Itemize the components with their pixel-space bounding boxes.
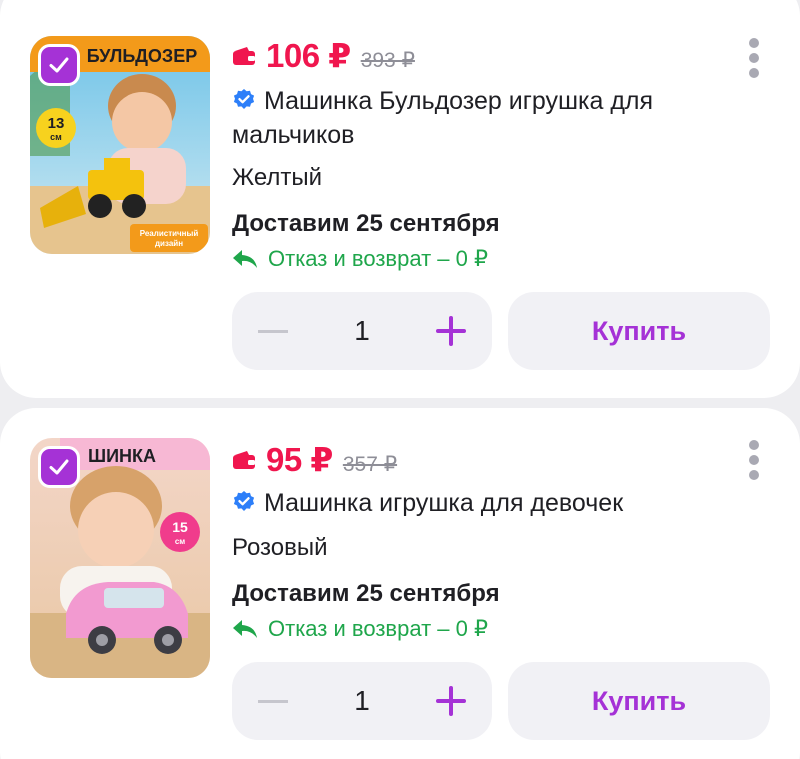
checkmark-icon [49, 57, 69, 73]
product-title-text: Машинка Бульдозер игрушка для мальчиков [232, 87, 654, 149]
quantity-value: 1 [354, 315, 370, 346]
product-card: БУЛЬДОЗЕР 13 см Реалистичный дизайн 106 … [0, 0, 800, 398]
old-price: 393 ₽ [360, 49, 415, 72]
product-variant: Желтый [232, 164, 323, 191]
delivery-date: Доставим 25 сентября [232, 580, 500, 607]
return-arrow-icon [233, 250, 257, 268]
wallet-icon [233, 450, 255, 469]
old-price: 357 ₽ [342, 453, 398, 476]
quantity-value: 1 [354, 685, 370, 716]
checkmark-icon [49, 459, 69, 475]
returns-info[interactable]: Отказ и возврат – 0 ₽ [232, 246, 488, 272]
select-checkbox[interactable] [38, 44, 80, 86]
price-row: 95 ₽ 357 ₽ [232, 440, 397, 479]
quantity-stepper: 1 [232, 662, 492, 740]
buy-button[interactable]: Купить [508, 662, 770, 740]
delivery-date: Доставим 25 сентября [232, 210, 500, 237]
image-caption: дизайн [155, 239, 183, 248]
price: 106 ₽ [266, 37, 351, 74]
buy-button[interactable]: Купить [508, 292, 770, 370]
returns-info[interactable]: Отказ и возврат – 0 ₽ [232, 616, 488, 642]
returns-text: Отказ и возврат – 0 ₽ [268, 616, 488, 641]
product-image[interactable]: ШИНКА 15 см [30, 438, 210, 678]
product-title-text: Машинка игрушка для девочек [264, 489, 624, 517]
decrease-button[interactable] [258, 699, 288, 703]
product-image[interactable]: БУЛЬДОЗЕР 13 см Реалистичный дизайн [30, 36, 210, 254]
quantity-stepper: 1 [232, 292, 492, 370]
increase-button[interactable] [435, 686, 466, 716]
verified-icon [233, 491, 255, 511]
image-caption: Реалистичный [140, 229, 199, 238]
product-card: ШИНКА 15 см 95 ₽ 357 ₽ Машинка игрушка д… [0, 408, 800, 759]
select-checkbox[interactable] [38, 446, 80, 488]
increase-button[interactable] [435, 316, 466, 346]
image-text: БУЛЬДОЗЕР [87, 46, 197, 66]
size-badge-unit: см [50, 132, 62, 142]
decrease-button[interactable] [258, 329, 288, 333]
more-options-icon[interactable] [748, 38, 760, 78]
product-variant: Розовый [232, 534, 328, 561]
price-row: 106 ₽ 393 ₽ [232, 36, 415, 75]
size-badge: 13 [48, 115, 65, 132]
wallet-icon [233, 46, 255, 65]
verified-icon [233, 89, 255, 109]
product-title[interactable]: Машинка игрушка для девочек [232, 486, 732, 520]
return-arrow-icon [233, 620, 257, 638]
price: 95 ₽ [266, 441, 333, 478]
size-badge: 15 [172, 519, 188, 535]
product-title[interactable]: Машинка Бульдозер игрушка для мальчиков [232, 84, 732, 152]
returns-text: Отказ и возврат – 0 ₽ [268, 246, 488, 271]
size-badge-unit: см [175, 537, 185, 546]
image-text: ШИНКА [88, 446, 156, 466]
more-options-icon[interactable] [748, 440, 760, 480]
